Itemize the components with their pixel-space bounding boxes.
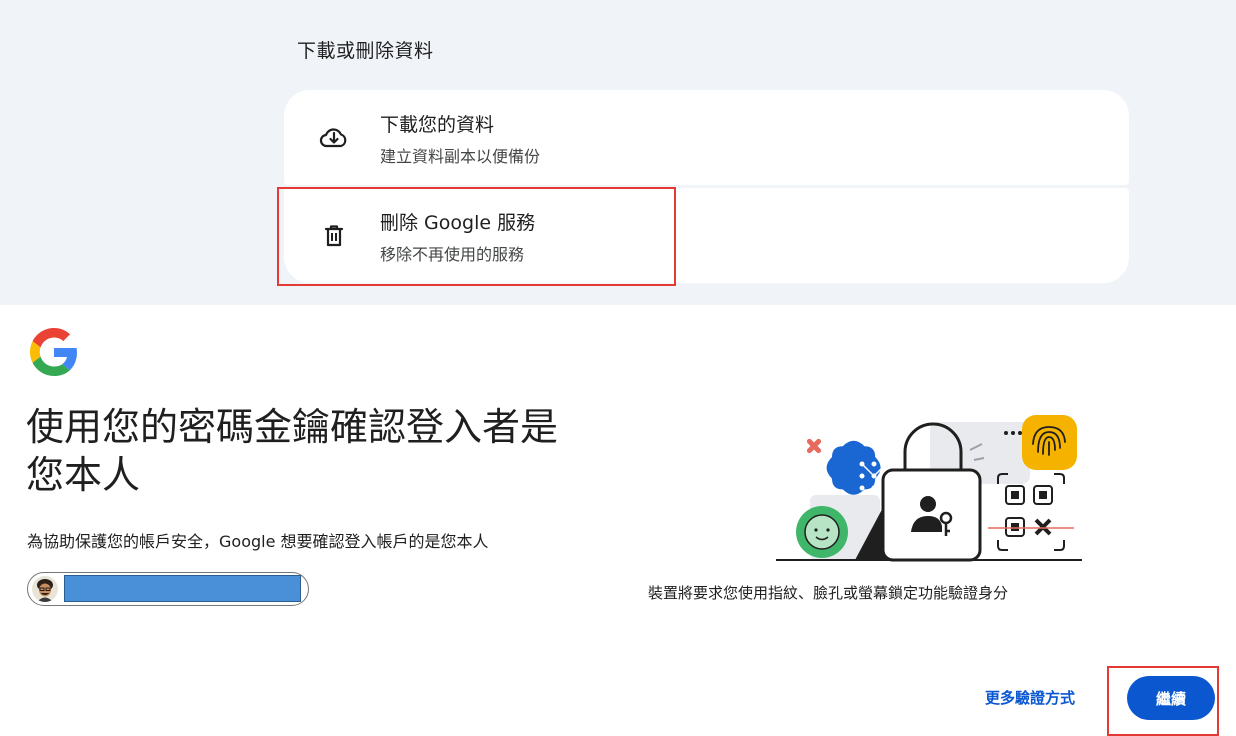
redacted-email xyxy=(64,575,301,602)
google-logo xyxy=(30,328,77,376)
download-data-option[interactable]: 下載您的資料 建立資料副本以便備份 xyxy=(284,90,1129,185)
illustration-caption: 裝置將要求您使用指紋、臉孔或螢幕鎖定功能驗證身分 xyxy=(648,584,1009,602)
more-verification-options-link[interactable]: 更多驗證方式 xyxy=(985,687,1075,708)
avatar xyxy=(32,576,58,602)
option-title: 刪除 Google 服務 xyxy=(380,212,536,234)
account-chip[interactable] xyxy=(27,572,309,606)
section-title: 下載或刪除資料 xyxy=(297,40,434,62)
data-section: 下載或刪除資料 下載您的資料 建立資料副本以便備份 刪除 Google 服務 移… xyxy=(0,0,1236,305)
cloud-download-icon xyxy=(319,128,347,148)
passkey-illustration xyxy=(776,415,1082,562)
page-heading: 使用您的密碼金鑰確認登入者是您本人 xyxy=(26,405,559,497)
option-title: 下載您的資料 xyxy=(380,114,495,136)
sparkle-icon xyxy=(806,438,822,454)
delete-service-option[interactable]: 刪除 Google 服務 移除不再使用的服務 xyxy=(284,188,1129,283)
option-subtitle: 移除不再使用的服務 xyxy=(380,245,525,264)
continue-button[interactable]: 繼續 xyxy=(1127,676,1215,720)
page-description: 為協助保護您的帳戶安全，Google 想要確認登入帳戶的是您本人 xyxy=(27,532,489,551)
trash-icon xyxy=(324,225,344,247)
option-subtitle: 建立資料副本以便備份 xyxy=(380,147,541,166)
